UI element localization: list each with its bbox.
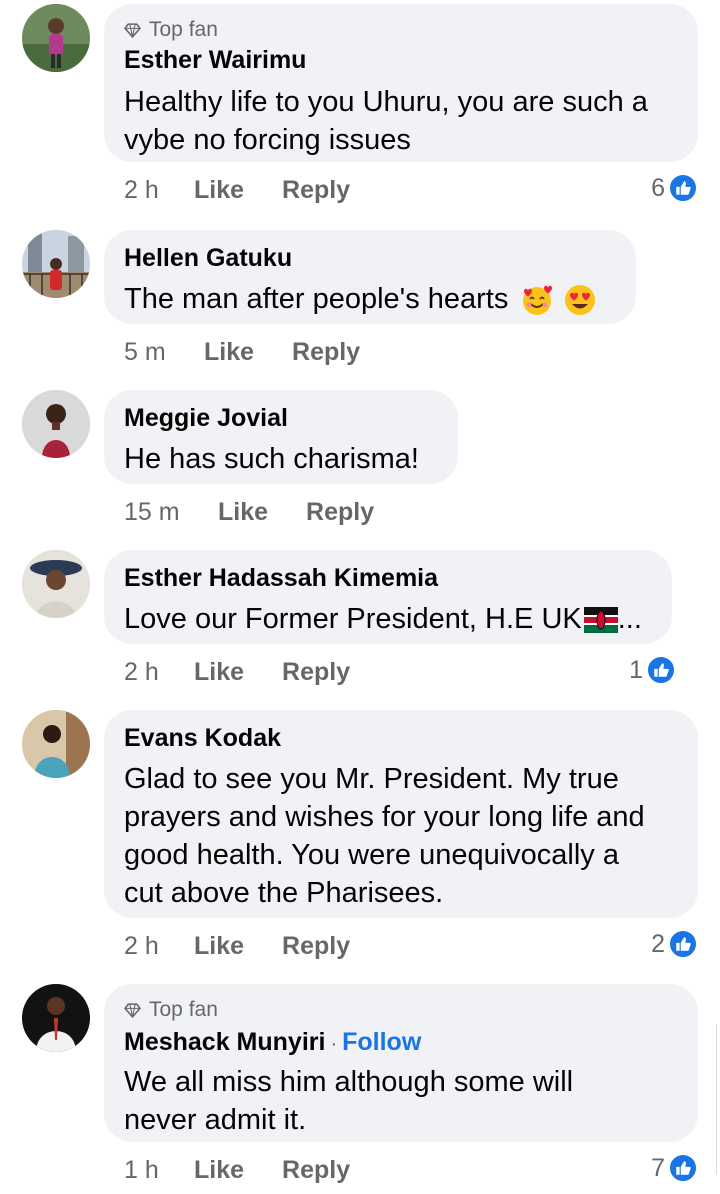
badge-label: Top fan (149, 18, 218, 41)
scrollbar[interactable] (716, 1024, 720, 1174)
avatar[interactable] (22, 230, 90, 298)
comment-author[interactable]: Meshack Munyiri (124, 1028, 325, 1056)
reply-button[interactable]: Reply (306, 498, 374, 527)
comment-bubble: Esther Hadassah Kimemia Love our Former … (104, 550, 672, 644)
reply-button[interactable]: Reply (282, 176, 350, 205)
like-reaction-icon (668, 929, 698, 959)
reaction-number: 2 (651, 929, 665, 958)
top-fan-badge: Top fan (124, 18, 218, 42)
reaction-count[interactable]: 6 (651, 173, 698, 203)
reply-button[interactable]: Reply (292, 338, 360, 367)
comment-text-line: He has such charisma! (124, 443, 419, 475)
comment-bubble: Meggie Jovial He has such charisma! (104, 390, 458, 484)
reaction-number: 1 (629, 655, 643, 684)
comment-text-line: Healthy life to you Uhuru, you are such … (124, 86, 648, 118)
comment-author[interactable]: Meggie Jovial (124, 404, 288, 433)
avatar[interactable] (22, 550, 90, 618)
comment-text-line: vybe no forcing issues (124, 124, 411, 156)
comment-text-line: prayers and wishes for your long life an… (124, 801, 645, 833)
comment-time[interactable]: 1 h (124, 1156, 194, 1185)
reaction-number: 7 (651, 1153, 665, 1182)
comment-time[interactable]: 2 h (124, 658, 194, 687)
comment-time[interactable]: 5 m (124, 338, 204, 367)
avatar[interactable] (22, 710, 90, 778)
heart-eyes-emoji (564, 285, 595, 316)
diamond-icon (124, 1002, 141, 1018)
comment-actions: 15 m Like Reply (124, 498, 374, 527)
smiling-face-with-hearts-emoji (523, 286, 553, 316)
comment-author[interactable]: Esther Hadassah Kimemia (124, 564, 438, 593)
comment-bubble: Top fan Meshack Munyiri · Follow We all mi… (104, 984, 698, 1142)
reply-button[interactable]: Reply (282, 1156, 350, 1185)
comment-text-line: never admit it. (124, 1104, 307, 1136)
comment-actions: 2 h Like Reply (124, 932, 350, 961)
top-fan-badge: Top fan (124, 998, 218, 1022)
like-button[interactable]: Like (194, 658, 244, 687)
like-reaction-icon (668, 173, 698, 203)
reaction-count[interactable]: 7 (651, 1153, 698, 1183)
comment-actions: 5 m Like Reply (124, 338, 360, 367)
comment-text-line: We all miss him although some will (124, 1066, 574, 1098)
like-button[interactable]: Like (218, 498, 268, 527)
separator-dot: · (330, 1033, 338, 1055)
reaction-number: 6 (651, 173, 665, 202)
comment-text-line: Glad to see you Mr. President. My true (124, 763, 619, 795)
comment-text: The man after people's hearts (124, 283, 509, 315)
comment-text: Love our Former President, H.E UK (124, 603, 582, 635)
like-reaction-icon (646, 655, 676, 685)
comment-time[interactable]: 2 h (124, 176, 194, 205)
avatar[interactable] (22, 390, 90, 458)
comment-text-line: Love our Former President, H.E UK... (124, 600, 642, 638)
comment-text-line: cut above the Pharisees. (124, 877, 444, 909)
diamond-icon (124, 22, 141, 38)
comment-actions: 1 h Like Reply (124, 1156, 350, 1185)
comment-text-line: The man after people's hearts (124, 280, 597, 318)
avatar[interactable] (22, 4, 90, 72)
comment-author[interactable]: Evans Kodak (124, 724, 281, 753)
comment-bubble: Evans Kodak Glad to see you Mr. Presiden… (104, 710, 698, 918)
reaction-count[interactable]: 2 (651, 929, 698, 959)
comment-author-row: Meshack Munyiri · Follow (124, 1028, 421, 1057)
comment-text-more: ... (617, 603, 642, 635)
follow-button[interactable]: Follow (342, 1028, 421, 1056)
like-button[interactable]: Like (194, 176, 244, 205)
comment-time[interactable]: 2 h (124, 932, 194, 961)
comment-bubble: Top fan Esther Wairimu Healthy life to y… (104, 4, 698, 162)
like-button[interactable]: Like (194, 1156, 244, 1185)
reply-button[interactable]: Reply (282, 932, 350, 961)
like-reaction-icon (668, 1153, 698, 1183)
reply-button[interactable]: Reply (282, 658, 350, 687)
like-button[interactable]: Like (194, 932, 244, 961)
comment-actions: 2 h Like Reply (124, 176, 350, 205)
comment-time[interactable]: 15 m (124, 498, 218, 527)
comment-author[interactable]: Esther Wairimu (124, 46, 306, 75)
reaction-count[interactable]: 1 (629, 655, 676, 685)
badge-label: Top fan (149, 998, 218, 1021)
comment-author[interactable]: Hellen Gatuku (124, 244, 292, 273)
comment-text-line: good health. You were unequivocally a (124, 839, 619, 871)
like-button[interactable]: Like (204, 338, 254, 367)
kenya-flag-emoji (583, 607, 618, 634)
comment-actions: 2 h Like Reply (124, 658, 350, 687)
avatar[interactable] (22, 984, 90, 1052)
comment-bubble: Hellen Gatuku The man after people's hea… (104, 230, 636, 324)
